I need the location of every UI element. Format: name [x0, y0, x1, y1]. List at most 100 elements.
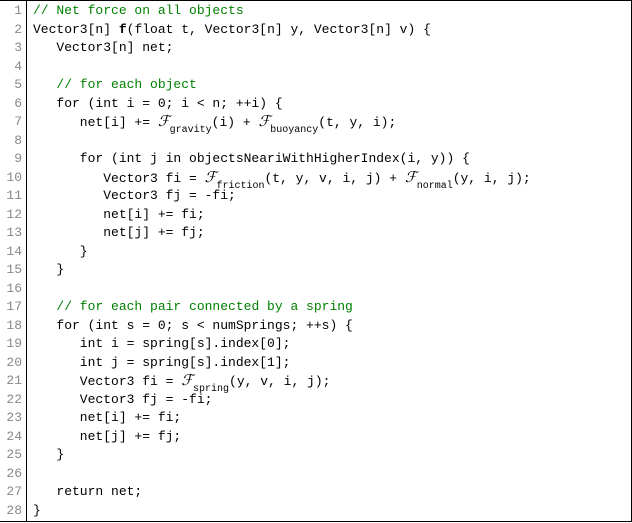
- code-line: net[i] += fi;: [33, 206, 627, 225]
- code-line: // for each object: [33, 76, 627, 95]
- line-number: 26: [0, 465, 22, 484]
- code-token: net[i] += fi;: [33, 207, 205, 222]
- code-token: int j = spring[s].index[1];: [33, 355, 290, 370]
- code-line: }: [33, 261, 627, 280]
- line-number: 14: [0, 243, 22, 262]
- code-line: Vector3 fj = -fi;: [33, 187, 627, 206]
- code-line: net[j] += fj;: [33, 224, 627, 243]
- code-token: // Net force on all objects: [33, 3, 244, 18]
- force-symbol: ℱbuoyancy: [258, 114, 318, 130]
- code-token: (y, v, i, j);: [229, 374, 330, 389]
- line-number: 2: [0, 21, 22, 40]
- code-token: net[i] += fi;: [33, 410, 181, 425]
- code-token: [33, 299, 56, 314]
- code-token: return net;: [33, 484, 142, 499]
- code-token: int i = spring[s].index[0];: [33, 336, 290, 351]
- code-line: net[i] += ℱgravity(i) + ℱbuoyancy(t, y, …: [33, 113, 627, 132]
- code-line: for (int i = 0; i < n; ++i) {: [33, 95, 627, 114]
- line-number: 11: [0, 187, 22, 206]
- line-number: 24: [0, 428, 22, 447]
- code-token: Vector3[n]: [33, 22, 119, 37]
- force-subscript: spring: [193, 384, 229, 395]
- code-line: [33, 58, 627, 77]
- force-subscript: normal: [417, 181, 453, 192]
- code-token: for (int i = 0; i < n; ++i) {: [33, 96, 283, 111]
- code-line: return net;: [33, 483, 627, 502]
- code-token: f: [119, 22, 127, 37]
- code-line: net[i] += fi;: [33, 409, 627, 428]
- line-number: 13: [0, 224, 22, 243]
- code-token: (t, y, v, i, j) +: [264, 171, 404, 186]
- line-number: 25: [0, 446, 22, 465]
- line-number: 18: [0, 317, 22, 336]
- code-line: }: [33, 502, 627, 521]
- code-token: Vector3[n] net;: [33, 40, 173, 55]
- code-line: for (int s = 0; s < numSprings; ++s) {: [33, 317, 627, 336]
- line-number: 8: [0, 132, 22, 151]
- code-token: }: [33, 503, 41, 518]
- line-number: 12: [0, 206, 22, 225]
- code-line: int j = spring[s].index[1];: [33, 354, 627, 373]
- code-line: [33, 280, 627, 299]
- line-number: 21: [0, 372, 22, 391]
- line-number: 23: [0, 409, 22, 428]
- line-number: 20: [0, 354, 22, 373]
- code-listing: 1234567891011121314151617181920212223242…: [0, 0, 632, 522]
- code-line: Vector3[n] f(float t, Vector3[n] y, Vect…: [33, 21, 627, 40]
- code-line: Vector3[n] net;: [33, 39, 627, 58]
- line-number: 28: [0, 502, 22, 521]
- force-subscript: gravity: [170, 125, 212, 136]
- code-token: net[i] +=: [33, 115, 158, 130]
- line-number-gutter: 1234567891011121314151617181920212223242…: [0, 1, 26, 521]
- force-symbol: ℱspring: [181, 373, 229, 389]
- code-line: }: [33, 243, 627, 262]
- code-token: }: [33, 447, 64, 462]
- code-token: // for each object: [56, 77, 196, 92]
- code-token: }: [33, 244, 88, 259]
- line-number: 22: [0, 391, 22, 410]
- code-line: // for each pair connected by a spring: [33, 298, 627, 317]
- line-number: 10: [0, 169, 22, 188]
- code-line: }: [33, 446, 627, 465]
- code-token: (float t, Vector3[n] y, Vector3[n] v) {: [127, 22, 431, 37]
- code-token: for (int s = 0; s < numSprings; ++s) {: [33, 318, 353, 333]
- code-line: int i = spring[s].index[0];: [33, 335, 627, 354]
- line-number: 1: [0, 2, 22, 21]
- code-line: [33, 132, 627, 151]
- line-number: 15: [0, 261, 22, 280]
- code-token: for (int j in objectsNeariWithHigherInde…: [33, 151, 470, 166]
- code-line: for (int j in objectsNeariWithHigherInde…: [33, 150, 627, 169]
- code-token: (y, i, j);: [453, 171, 531, 186]
- line-number: 19: [0, 335, 22, 354]
- line-number: 5: [0, 76, 22, 95]
- code-line: net[j] += fj;: [33, 428, 627, 447]
- code-token: Vector3 fi =: [33, 374, 181, 389]
- line-number: 27: [0, 483, 22, 502]
- force-subscript: friction: [216, 181, 264, 192]
- code-line: // Net force on all objects: [33, 2, 627, 21]
- line-number: 7: [0, 113, 22, 132]
- code-token: }: [33, 262, 64, 277]
- code-token: // for each pair connected by a spring: [56, 299, 352, 314]
- code-area: // Net force on all objectsVector3[n] f(…: [26, 1, 632, 521]
- force-symbol: ℱgravity: [158, 114, 212, 130]
- code-token: Vector3 fj = -fi;: [33, 392, 212, 407]
- code-token: (i) +: [212, 115, 259, 130]
- line-number: 6: [0, 95, 22, 114]
- code-token: (t, y, i);: [318, 115, 396, 130]
- line-number: 17: [0, 298, 22, 317]
- force-symbol: ℱfriction: [205, 170, 265, 186]
- code-line: [33, 465, 627, 484]
- code-line: Vector3 fi = ℱfriction(t, y, v, i, j) + …: [33, 169, 627, 188]
- code-token: Vector3 fj = -fi;: [33, 188, 236, 203]
- code-token: Vector3 fi =: [33, 171, 205, 186]
- code-line: Vector3 fj = -fi;: [33, 391, 627, 410]
- code-line: Vector3 fi = ℱspring(y, v, i, j);: [33, 372, 627, 391]
- code-token: net[j] += fj;: [33, 429, 181, 444]
- line-number: 4: [0, 58, 22, 77]
- force-symbol: ℱnormal: [405, 170, 453, 186]
- line-number: 16: [0, 280, 22, 299]
- force-subscript: buoyancy: [270, 125, 318, 136]
- line-number: 3: [0, 39, 22, 58]
- code-token: [33, 77, 56, 92]
